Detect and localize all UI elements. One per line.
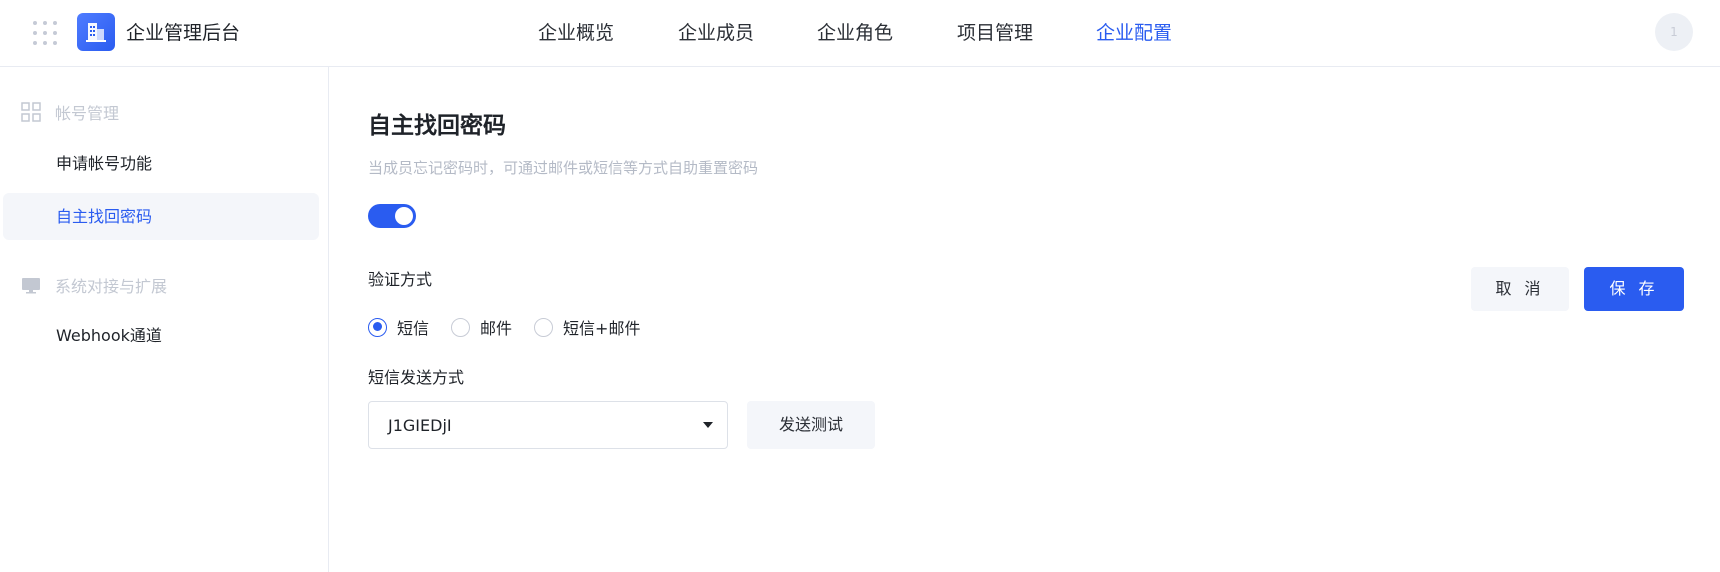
sidebar-item-webhook[interactable]: Webhook通道 xyxy=(56,324,162,348)
top-header: 企业管理后台 企业概览 企业成员 企业角色 项目管理 企业配置 1 xyxy=(0,0,1720,67)
nav-tab-members[interactable]: 企业成员 xyxy=(678,20,754,46)
radio-label: 邮件 xyxy=(480,319,513,338)
nav-tab-projects[interactable]: 项目管理 xyxy=(957,20,1033,46)
apps-grid-icon[interactable] xyxy=(33,21,57,45)
radio-sms-and-email[interactable]: 短信+邮件 xyxy=(534,315,640,339)
radio-sms[interactable]: 短信 xyxy=(368,315,429,339)
sidebar: 帐号管理 申请帐号功能 自主找回密码 系统对接与扩展 Webhook通道 xyxy=(0,67,329,572)
select-value: J1GIEDjI xyxy=(388,416,452,435)
radio-dot xyxy=(451,317,471,337)
page-description: 当成员忘记密码时，可通过邮件或短信等方式自助重置密码 xyxy=(368,159,759,177)
radio-label: 短信+邮件 xyxy=(563,319,641,338)
verify-method-label: 验证方式 xyxy=(368,270,433,289)
app-title: 企业管理后台 xyxy=(126,22,241,44)
nav-tab-config[interactable]: 企业配置 xyxy=(1096,20,1172,46)
sidebar-group-account: 帐号管理 xyxy=(21,100,119,124)
save-button[interactable]: 保 存 xyxy=(1584,267,1684,311)
radio-dot xyxy=(368,317,387,337)
enable-toggle[interactable] xyxy=(368,204,416,228)
radio-dot xyxy=(534,317,554,337)
sms-send-method-select[interactable]: J1GIEDjI xyxy=(368,401,728,449)
cancel-button[interactable]: 取 消 xyxy=(1471,267,1569,311)
page-title: 自主找回密码 xyxy=(368,113,506,139)
building-logo-icon xyxy=(77,13,115,51)
sms-send-method-label: 短信发送方式 xyxy=(368,368,465,387)
send-test-button[interactable]: 发送测试 xyxy=(747,401,875,449)
toggle-knob xyxy=(395,207,413,225)
sidebar-group-integration: 系统对接与扩展 xyxy=(21,273,167,297)
sidebar-item-active-bg xyxy=(3,193,319,240)
sidebar-item-password-recovery[interactable]: 自主找回密码 xyxy=(56,205,152,229)
nav-tab-roles[interactable]: 企业角色 xyxy=(817,20,893,46)
sidebar-group-label: 系统对接与扩展 xyxy=(55,277,168,296)
radio-email[interactable]: 邮件 xyxy=(451,315,512,339)
monitor-icon xyxy=(21,275,41,295)
main-content: 自主找回密码 当成员忘记密码时，可通过邮件或短信等方式自助重置密码 验证方式 短… xyxy=(330,67,1720,572)
caret-down-icon xyxy=(703,422,713,428)
radio-label: 短信 xyxy=(397,319,430,338)
sidebar-item-apply-account[interactable]: 申请帐号功能 xyxy=(56,152,152,176)
user-avatar[interactable]: 1 xyxy=(1655,13,1693,51)
nav-tab-overview[interactable]: 企业概览 xyxy=(538,20,614,46)
sidebar-group-label: 帐号管理 xyxy=(55,104,120,123)
verify-method-radio-group: 短信 邮件 短信+邮件 xyxy=(368,316,662,338)
grid-icon xyxy=(21,102,41,122)
